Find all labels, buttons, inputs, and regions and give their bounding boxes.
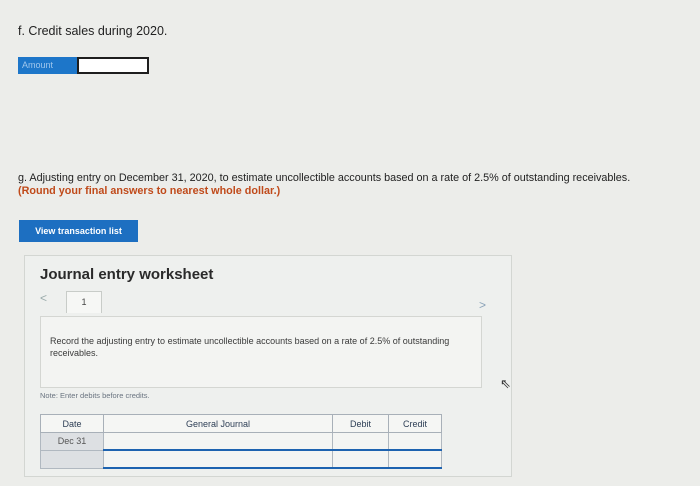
next-arrow-icon[interactable]: > <box>479 298 486 312</box>
header-general-journal: General Journal <box>103 414 333 433</box>
header-credit: Credit <box>388 414 442 433</box>
credit-cell[interactable] <box>388 432 442 451</box>
account-cell[interactable] <box>103 449 333 469</box>
date-cell[interactable]: Dec 31 <box>40 432 104 451</box>
amount-input[interactable] <box>77 57 149 74</box>
tab-entry-1[interactable]: 1 <box>66 291 102 313</box>
account-cell[interactable] <box>103 432 333 451</box>
journal-table: Date General Journal Debit Credit Dec 31 <box>40 414 442 469</box>
question-g-text: g. Adjusting entry on December 31, 2020,… <box>18 172 698 198</box>
header-date: Date <box>40 414 104 433</box>
mouse-cursor-icon: ⇖ <box>500 376 511 391</box>
instruction-text: Record the adjusting entry to estimate u… <box>50 336 450 358</box>
rounding-note: (Round your final answers to nearest who… <box>18 185 281 197</box>
credit-cell[interactable] <box>388 449 442 469</box>
table-row: Dec 31 <box>40 432 442 451</box>
previous-arrow-icon[interactable]: < <box>40 291 47 305</box>
view-transaction-list-button[interactable]: View transaction list <box>19 220 138 242</box>
table-row <box>40 449 442 469</box>
debit-cell[interactable] <box>332 432 389 451</box>
date-cell[interactable] <box>40 449 104 469</box>
question-g-label: g. Adjusting entry on December 31, 2020,… <box>18 172 631 184</box>
amount-row: Amount <box>18 57 149 74</box>
amount-label: Amount <box>18 57 77 74</box>
worksheet-title: Journal entry worksheet <box>40 266 214 283</box>
debits-note: Note: Enter debits before credits. <box>40 391 150 400</box>
question-f-label: f. Credit sales during 2020. <box>18 24 168 38</box>
header-debit: Debit <box>332 414 389 433</box>
debit-cell[interactable] <box>332 449 389 469</box>
